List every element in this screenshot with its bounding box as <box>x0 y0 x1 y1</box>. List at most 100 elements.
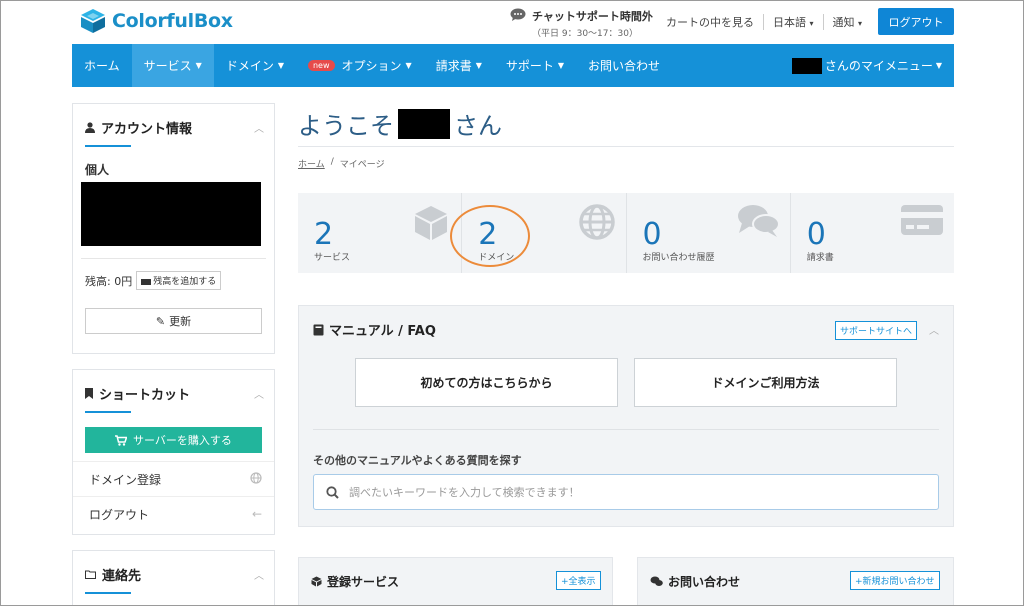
nav-item-home[interactable]: ホーム <box>72 44 132 87</box>
caret-down-icon: ▼ <box>195 61 202 70</box>
search-icon <box>326 485 339 499</box>
stat-domains[interactable]: 2 ドメイン <box>461 193 625 273</box>
logo[interactable]: ColorfulBox <box>80 8 233 34</box>
search-placeholder: 調べたいキーワードを入力して検索できます！ <box>349 486 580 499</box>
notify-dropdown[interactable]: 通知 ▾ <box>822 14 872 30</box>
stat-value: 2 <box>478 217 498 252</box>
redacted-account-details <box>81 182 261 246</box>
chat-icon <box>510 8 526 21</box>
chevron-up-icon[interactable]: ︿ <box>254 120 264 135</box>
title-underline <box>85 592 131 594</box>
nav-item-options[interactable]: new オプション ▼ <box>296 44 424 87</box>
search-input[interactable]: 調べたいキーワードを入力して検索できます！ <box>313 474 939 510</box>
show-all-label: 全表示 <box>568 577 596 587</box>
cart-link[interactable]: カートの中を見る <box>657 14 763 30</box>
caret-down-icon: ▼ <box>935 61 942 70</box>
nav-item-support[interactable]: サポート ▼ <box>494 44 576 87</box>
nav-item-services[interactable]: サービス ▼ <box>131 44 214 87</box>
stat-services[interactable]: 2 サービス <box>298 193 461 273</box>
logo-text: ColorfulBox <box>112 10 233 32</box>
breadcrumb-current: マイページ <box>339 160 385 170</box>
services-card-title-text: 登録サービス <box>327 575 400 589</box>
update-button[interactable]: ✎ 更新 <box>85 308 262 334</box>
shortcut-title-text: ショートカット <box>99 388 191 403</box>
user-menu[interactable]: さんのマイメニュー ▼ <box>791 57 954 74</box>
new-inquiry-button[interactable]: +新規お問い合わせ <box>850 571 940 590</box>
services-card-title: 登録サービス <box>311 573 399 590</box>
globe-icon <box>250 471 262 487</box>
nav-item-domain[interactable]: ドメイン ▼ <box>214 44 296 87</box>
shortcut-item-logout[interactable]: ログアウト ← <box>73 496 274 531</box>
language-dropdown[interactable]: 日本語 ▾ <box>763 14 823 30</box>
stat-label: 請求書 <box>806 253 834 263</box>
chevron-up-icon[interactable]: ︿ <box>254 386 264 401</box>
contact-title-text: 連絡先 <box>102 569 142 584</box>
breadcrumb-separator: / <box>330 157 334 167</box>
chat-support[interactable]: チャットサポート時間外 （平日 9：30〜17：30） <box>510 8 653 39</box>
nav-item-contact[interactable]: お問い合わせ <box>576 44 672 87</box>
top-links: カートの中を見る 日本語 ▾ 通知 ▾ <box>657 14 871 30</box>
domain-guide-button[interactable]: ドメインご利用方法 <box>634 358 897 407</box>
beginner-guide-button[interactable]: 初めての方はこちらから <box>355 358 618 407</box>
user-icon <box>85 122 95 133</box>
inquiry-card-title: お問い合わせ <box>650 573 740 590</box>
caret-down-icon: ▼ <box>277 61 284 70</box>
account-panel: アカウント情報 ︿ 個人 残高: 0円 残高を追加する ✎ 更新 <box>72 103 275 354</box>
notify-label: 通知 <box>832 16 855 29</box>
stat-inquiries[interactable]: 0 お問い合わせ履歴 <box>625 193 790 273</box>
update-label: 更新 <box>169 315 192 328</box>
nav-label: お問い合わせ <box>588 59 661 73</box>
breadcrumb-home[interactable]: ホーム <box>298 157 325 170</box>
title-underline <box>85 145 131 147</box>
language-label: 日本語 <box>773 16 806 29</box>
chat-bubbles-icon <box>650 576 663 586</box>
chat-support-hours: （平日 9：30〜17：30） <box>532 29 638 39</box>
nav-label: ドメイン <box>225 59 274 73</box>
manual-faq-panel: マニュアル / FAQ サポートサイトへ ︿ 初めての方はこちらから ドメインご… <box>298 305 954 527</box>
stat-value: 0 <box>806 217 826 252</box>
chevron-up-icon[interactable]: ︿ <box>254 567 264 582</box>
search-heading: その他のマニュアルやよくある質問を探す <box>313 454 522 467</box>
arrow-left-icon: ← <box>251 507 262 521</box>
bookmark-icon <box>85 388 93 399</box>
stat-invoices[interactable]: 0 請求書 <box>789 193 954 273</box>
caret-down-icon: ▼ <box>475 61 482 70</box>
stat-value: 2 <box>314 217 334 252</box>
stat-label: サービス <box>314 253 351 263</box>
account-panel-title: アカウント情報 <box>73 104 274 137</box>
nav-label: サポート <box>505 59 554 73</box>
balance-text: 残高: 0円 <box>85 274 133 288</box>
shortcut-label: ドメイン登録 <box>89 472 162 487</box>
cube-icon <box>415 206 448 240</box>
cart-icon <box>115 434 128 446</box>
chat-bubbles-icon <box>737 205 780 237</box>
shortcut-panel: ショートカット ︿ サーバーを購入する ドメイン登録 ログアウト ← <box>72 369 275 535</box>
balance-row: 残高: 0円 残高を追加する <box>85 271 262 290</box>
stats-bar: 2 サービス 2 ドメイン 0 お問い合わせ履歴 0 請求書 <box>298 193 954 273</box>
logout-button[interactable]: ログアウト <box>878 8 954 35</box>
caret-down-icon: ▼ <box>557 61 565 70</box>
welcome-suffix: さん <box>454 112 502 140</box>
new-badge: new <box>307 60 335 71</box>
nav-item-invoices[interactable]: 請求書 ▼ <box>424 44 494 87</box>
services-card: 登録サービス +全表示 <box>298 557 613 606</box>
top-bar: ColorfulBox チャットサポート時間外 （平日 9：30〜17：30） … <box>72 0 954 44</box>
divider <box>81 258 266 259</box>
chat-support-title: チャットサポート時間外 <box>532 10 653 23</box>
add-balance-button[interactable]: 残高を追加する <box>136 271 222 290</box>
caret-down-icon: ▾ <box>858 19 863 28</box>
cube-icon <box>311 576 322 587</box>
shortcut-item-domain-register[interactable]: ドメイン登録 <box>73 461 274 496</box>
show-all-button[interactable]: +全表示 <box>556 571 601 590</box>
welcome-prefix: ようこそ <box>298 112 394 140</box>
credit-card-icon <box>901 205 943 235</box>
support-site-link[interactable]: サポートサイトへ <box>835 321 918 340</box>
inquiry-card-title-text: お問い合わせ <box>668 575 741 589</box>
buy-server-button[interactable]: サーバーを購入する <box>85 427 262 453</box>
stat-value: 0 <box>642 217 662 252</box>
manual-title: マニュアル / FAQ <box>313 320 436 339</box>
stat-label: ドメイン <box>478 253 515 263</box>
chevron-up-icon[interactable]: ︿ <box>929 322 939 337</box>
folder-icon <box>85 570 96 579</box>
new-inquiry-label: 新規お問い合わせ <box>862 577 935 587</box>
